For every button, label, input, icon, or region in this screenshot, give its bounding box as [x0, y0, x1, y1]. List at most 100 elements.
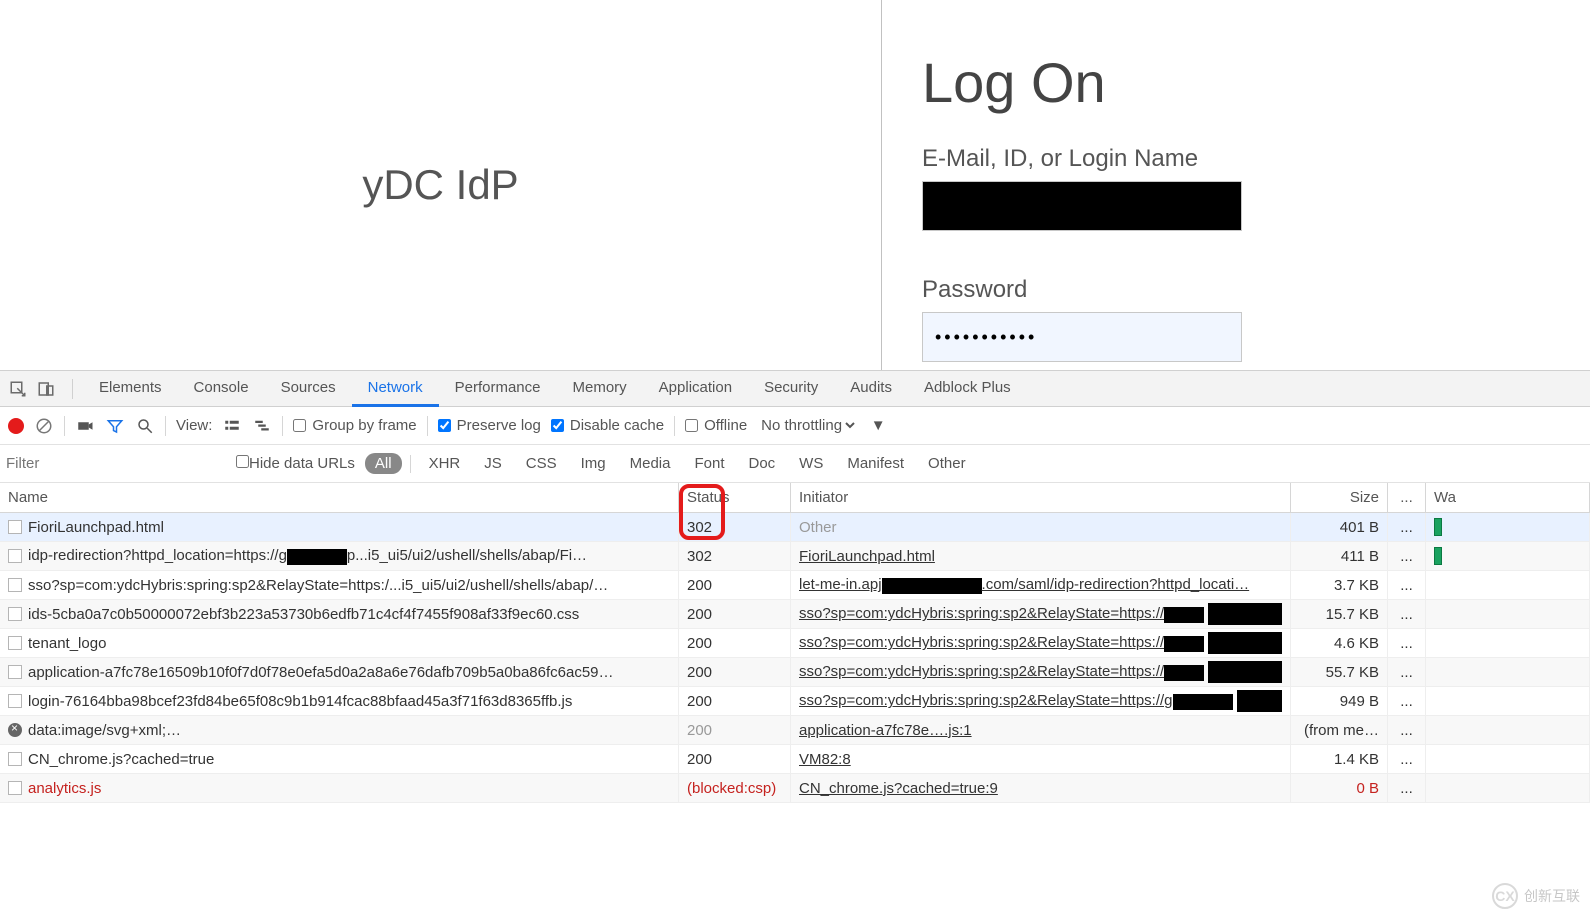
password-label: Password [922, 276, 1550, 304]
search-icon[interactable] [135, 416, 155, 436]
separator [427, 416, 428, 436]
file-icon [8, 781, 22, 795]
waterfall-cell [1426, 571, 1590, 599]
more-cell: ... [1388, 542, 1426, 570]
tab-adblock-plus[interactable]: Adblock Plus [908, 371, 1027, 407]
filter-type-xhr[interactable]: XHR [419, 453, 471, 474]
waterfall-view-icon[interactable] [252, 416, 272, 436]
request-initiator[interactable]: sso?sp=com:ydcHybris:spring:sp2&RelaySta… [799, 605, 1204, 622]
filter-type-media[interactable]: Media [620, 453, 681, 474]
email-field-group: E-Mail, ID, or Login Name [922, 145, 1550, 231]
password-input[interactable] [922, 312, 1242, 362]
email-input[interactable] [922, 181, 1242, 231]
waterfall-cell [1426, 716, 1590, 744]
network-row[interactable]: analytics.js(blocked:csp)CN_chrome.js?ca… [0, 774, 1590, 803]
network-row[interactable]: CN_chrome.js?cached=true200VM82:81.4 KB.… [0, 745, 1590, 774]
filter-type-font[interactable]: Font [684, 453, 734, 474]
blocked-icon [8, 723, 22, 737]
preserve-log-checkbox[interactable]: Preserve log [438, 417, 541, 434]
filter-type-doc[interactable]: Doc [738, 453, 785, 474]
col-waterfall[interactable]: Wa [1426, 483, 1590, 512]
request-initiator[interactable]: VM82:8 [799, 751, 851, 768]
hide-data-urls-checkbox[interactable]: Hide data URLs [236, 455, 355, 472]
request-status: 302 [687, 519, 712, 536]
waterfall-cell [1426, 774, 1590, 802]
request-name: analytics.js [28, 780, 101, 797]
request-name: tenant_logo [28, 635, 106, 652]
more-cell: ... [1388, 629, 1426, 657]
chevron-down-icon[interactable]: ▼ [868, 416, 888, 436]
filter-type-ws[interactable]: WS [789, 453, 833, 474]
col-status[interactable]: Status [679, 483, 791, 512]
more-cell: ... [1388, 658, 1426, 686]
login-pane: yDC IdP Log On E-Mail, ID, or Login Name… [0, 0, 1590, 370]
offline-checkbox[interactable]: Offline [685, 417, 747, 434]
request-initiator[interactable]: sso?sp=com:ydcHybris:spring:sp2&RelaySta… [799, 692, 1233, 709]
request-initiator[interactable]: sso?sp=com:ydcHybris:spring:sp2&RelaySta… [799, 663, 1204, 680]
filter-type-img[interactable]: Img [571, 453, 616, 474]
network-row[interactable]: login-76164bba98bcef23fd84be65f08c9b1b91… [0, 687, 1590, 716]
filter-type-css[interactable]: CSS [516, 453, 567, 474]
request-name: application-a7fc78e16509b10f0f7d0f78e0ef… [28, 664, 614, 681]
tab-elements[interactable]: Elements [83, 371, 178, 407]
file-icon [8, 520, 22, 534]
request-name: data:image/svg+xml;… [28, 722, 181, 739]
separator [72, 379, 73, 399]
network-table-header: Name Status Initiator Size ... Wa [0, 483, 1590, 513]
waterfall-cell [1426, 629, 1590, 657]
tab-audits[interactable]: Audits [834, 371, 908, 407]
request-name: CN_chrome.js?cached=true [28, 751, 214, 768]
request-initiator[interactable]: FioriLaunchpad.html [799, 548, 935, 565]
clear-icon[interactable] [34, 416, 54, 436]
col-size[interactable]: Size [1291, 483, 1388, 512]
request-size: 1.4 KB [1334, 751, 1379, 768]
group-by-frame-checkbox[interactable]: Group by frame [293, 417, 416, 434]
network-row[interactable]: data:image/svg+xml;…200application-a7fc7… [0, 716, 1590, 745]
inspect-icon[interactable] [6, 377, 30, 401]
network-row[interactable]: sso?sp=com:ydcHybris:spring:sp2&RelaySta… [0, 571, 1590, 600]
tab-memory[interactable]: Memory [557, 371, 643, 407]
waterfall-cell [1426, 542, 1590, 570]
email-label: E-Mail, ID, or Login Name [922, 145, 1550, 173]
col-more[interactable]: ... [1388, 483, 1426, 512]
network-row[interactable]: ids-5cba0a7c0b50000072ebf3b223a53730b6ed… [0, 600, 1590, 629]
filter-type-all[interactable]: All [365, 453, 402, 474]
throttling-select[interactable]: No throttling [757, 416, 858, 435]
request-size: 0 B [1356, 780, 1379, 797]
request-size: (from me… [1304, 722, 1379, 739]
large-rows-icon[interactable] [222, 416, 242, 436]
filter-type-js[interactable]: JS [474, 453, 512, 474]
tab-performance[interactable]: Performance [439, 371, 557, 407]
col-initiator[interactable]: Initiator [791, 483, 1291, 512]
request-initiator[interactable]: let-me-in.apj.com/saml/idp-redirection?h… [799, 576, 1249, 593]
network-row[interactable]: idp-redirection?httpd_location=https://g… [0, 542, 1590, 571]
separator [410, 455, 411, 473]
filter-type-other[interactable]: Other [918, 453, 976, 474]
tab-application[interactable]: Application [643, 371, 748, 407]
network-row[interactable]: tenant_logo200sso?sp=com:ydcHybris:sprin… [0, 629, 1590, 658]
tab-network[interactable]: Network [352, 371, 439, 407]
request-initiator[interactable]: CN_chrome.js?cached=true:9 [799, 780, 998, 797]
file-icon [8, 752, 22, 766]
more-cell: ... [1388, 745, 1426, 773]
filter-type-manifest[interactable]: Manifest [837, 453, 914, 474]
request-initiator[interactable]: sso?sp=com:ydcHybris:spring:sp2&RelaySta… [799, 634, 1204, 651]
request-size: 411 B [1341, 548, 1379, 565]
tab-security[interactable]: Security [748, 371, 834, 407]
file-icon [8, 665, 22, 679]
record-button[interactable] [8, 418, 24, 434]
network-row[interactable]: FioriLaunchpad.html302Other401 B... [0, 513, 1590, 542]
request-initiator: Other [799, 519, 837, 536]
camera-icon[interactable] [75, 416, 95, 436]
disable-cache-checkbox[interactable]: Disable cache [551, 417, 664, 434]
network-row[interactable]: application-a7fc78e16509b10f0f7d0f78e0ef… [0, 658, 1590, 687]
request-status: 200 [687, 606, 712, 623]
device-toggle-icon[interactable] [34, 377, 58, 401]
tab-sources[interactable]: Sources [265, 371, 352, 407]
filter-input[interactable] [6, 455, 226, 472]
network-table-body: FioriLaunchpad.html302Other401 B...idp-r… [0, 513, 1590, 803]
request-initiator[interactable]: application-a7fc78e….js:1 [799, 722, 972, 739]
col-name[interactable]: Name [0, 483, 679, 512]
tab-console[interactable]: Console [178, 371, 265, 407]
filter-icon[interactable] [105, 416, 125, 436]
